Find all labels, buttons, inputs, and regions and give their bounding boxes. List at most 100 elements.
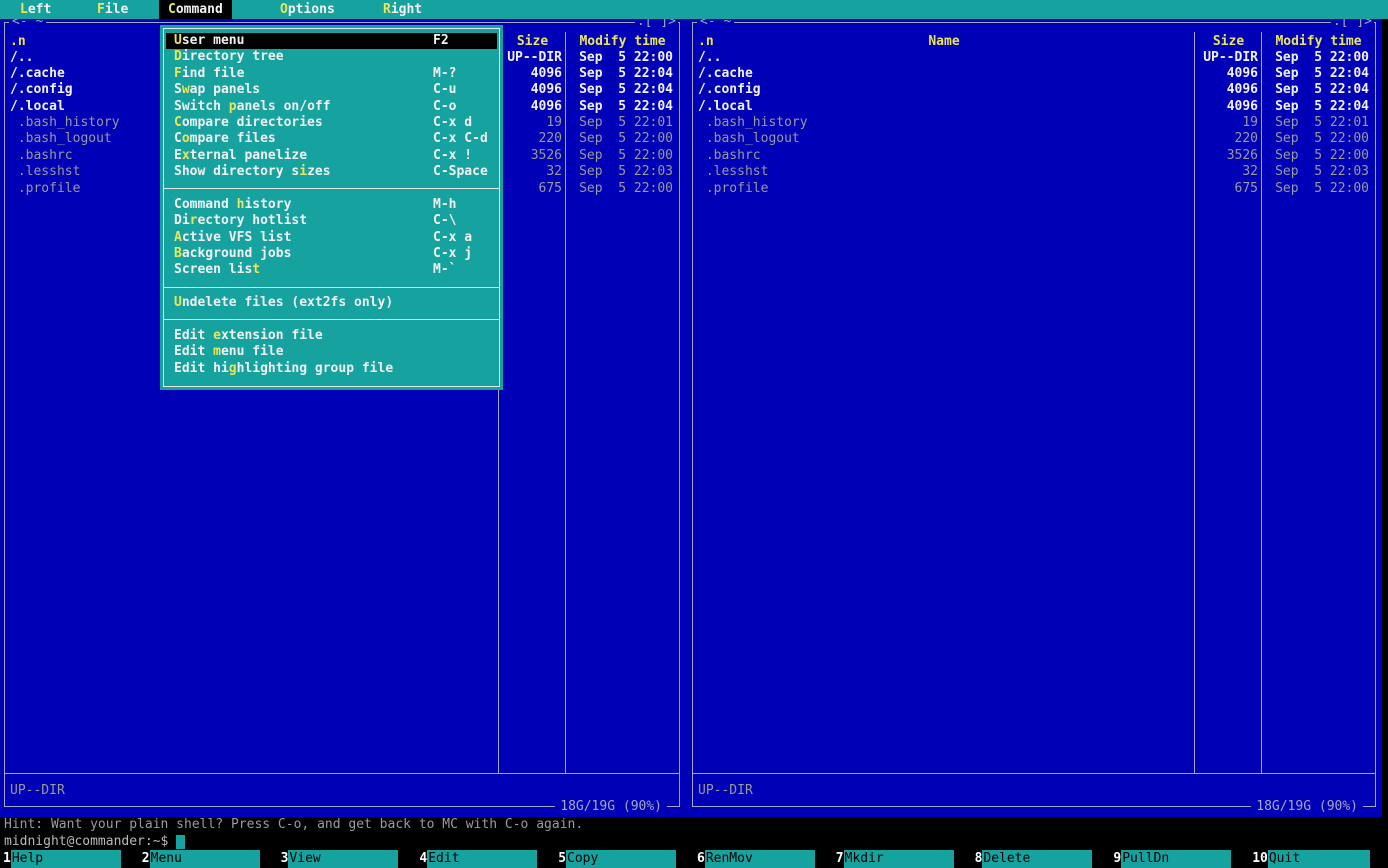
menubar-item[interactable]: Command	[159, 0, 232, 19]
file-size: 675	[499, 181, 566, 197]
file-size: 4096	[499, 82, 566, 98]
file-name: /..	[693, 50, 1195, 66]
column-header-mtime[interactable]: Modify time	[566, 33, 679, 50]
file-size: 4096	[1195, 99, 1262, 115]
menubar-item[interactable]: File	[88, 0, 137, 19]
command-menu-item[interactable]: Find fileM-?	[166, 66, 497, 82]
command-menu-item[interactable]: Undelete files (ext2fs only)	[166, 295, 497, 311]
command-menu-item[interactable]: Edit highlighting group file	[166, 361, 497, 377]
command-menu-item[interactable]	[164, 180, 499, 196]
column-header-name[interactable]: .n Name	[693, 33, 1195, 50]
terminal-bottom: Hint: Want your plain shell? Press C-o, …	[0, 817, 1388, 868]
function-key[interactable]: 3View	[278, 850, 417, 868]
command-menu-item[interactable]: Background jobsC-x j	[166, 246, 497, 262]
command-menu-item[interactable]: Active VFS listC-x a	[166, 230, 497, 246]
column-header-mtime[interactable]: Modify time	[1262, 33, 1375, 50]
menu-shortcut: C-o	[433, 99, 456, 115]
file-mtime: Sep 5 22:04	[566, 82, 679, 98]
shell-prompt: midnight@commander:~$	[4, 834, 168, 849]
column-header-size[interactable]: Size	[499, 33, 566, 50]
function-key-number: 4	[416, 850, 427, 868]
file-row[interactable]: .profile 675 Sep 5 22:00	[693, 181, 1375, 197]
file-size: 220	[1195, 131, 1262, 147]
function-key-bar: 1Help 2Menu 3View 4Edit 5Copy 6RenMov 7M…	[0, 850, 1388, 868]
command-menu-item[interactable]: Directory tree	[166, 49, 497, 65]
function-key-number: 9	[1110, 850, 1121, 868]
command-menu-item[interactable]: Compare filesC-x C-d	[166, 131, 497, 147]
command-menu-item[interactable]: User menuF2	[166, 33, 497, 49]
file-name: .profile	[693, 181, 1195, 197]
command-menu-item[interactable]: Directory hotlistC-\	[166, 213, 497, 229]
file-row[interactable]: /.config 4096 Sep 5 22:04	[693, 82, 1375, 98]
command-menu-item[interactable]: Switch panels on/offC-o	[166, 99, 497, 115]
column-header-size[interactable]: Size	[1195, 33, 1262, 50]
command-menu-item[interactable]: Edit menu file	[166, 344, 497, 360]
function-key[interactable]: 10Quit	[1249, 850, 1388, 868]
function-key-label: Help	[11, 850, 121, 868]
command-menu-item[interactable]: Show directory sizesC-Space	[166, 164, 497, 180]
function-key[interactable]: 8Delete	[972, 850, 1111, 868]
file-list: /.. UP--DIR Sep 5 22:00 /.cache 4096 Sep…	[693, 50, 1375, 197]
file-row[interactable]: .bash_logout 220 Sep 5 22:00	[693, 131, 1375, 147]
function-key[interactable]: 2Menu	[139, 850, 278, 868]
menubar-item[interactable]: Right	[374, 0, 431, 19]
file-name: .bashrc	[693, 148, 1195, 164]
file-row[interactable]: /.local 4096 Sep 5 22:04	[693, 99, 1375, 115]
function-key-label: Edit	[427, 850, 537, 868]
file-row[interactable]: /.cache 4096 Sep 5 22:04	[693, 66, 1375, 82]
file-name: .lesshst	[693, 164, 1195, 180]
file-name: /.local	[693, 99, 1195, 115]
function-key[interactable]: 7Mkdir	[833, 850, 972, 868]
file-size: 32	[1195, 164, 1262, 180]
function-key[interactable]: 1Help	[0, 850, 139, 868]
function-key[interactable]: 4Edit	[416, 850, 555, 868]
command-menu-dropdown: User menuF2 Directory tree Find fileM-? …	[160, 25, 503, 390]
file-name: .bash_logout	[693, 131, 1195, 147]
function-key[interactable]: 9PullDn	[1110, 850, 1249, 868]
menu-shortcut: M-?	[433, 66, 456, 82]
function-key-number: 3	[278, 850, 289, 868]
column-header-name-label: Name	[928, 34, 959, 49]
function-key[interactable]: 5Copy	[555, 850, 694, 868]
command-menu-item[interactable]	[164, 311, 499, 327]
file-row[interactable]: .lesshst 32 Sep 5 22:03	[693, 164, 1375, 180]
shell-prompt-line[interactable]: midnight@commander:~$	[4, 833, 1388, 850]
mini-status-separator	[693, 773, 1375, 774]
file-size: 220	[499, 131, 566, 147]
mini-status: UP--DIR	[10, 783, 65, 799]
function-key-number: 7	[833, 850, 844, 868]
function-key-number: 10	[1249, 850, 1268, 868]
menubar-item[interactable]: Options	[271, 0, 344, 19]
mini-status-separator	[5, 773, 679, 774]
menu-shortcut: M-h	[433, 197, 456, 213]
file-row[interactable]: /.. UP--DIR Sep 5 22:00	[693, 50, 1375, 66]
command-menu-item[interactable]: Edit extension file	[166, 328, 497, 344]
hint-line: Hint: Want your plain shell? Press C-o, …	[4, 817, 1388, 833]
file-mtime: Sep 5 22:00	[1262, 148, 1375, 164]
file-name: /.config	[693, 82, 1195, 98]
free-space-indicator: 18G/19G (90%)	[1251, 799, 1363, 815]
command-menu-item[interactable]: Compare directoriesC-x d	[166, 115, 497, 131]
command-menu-item[interactable]: Command historyM-h	[166, 197, 497, 213]
file-size: 4096	[499, 66, 566, 82]
file-size: 4096	[1195, 82, 1262, 98]
function-key-number: 8	[972, 850, 983, 868]
command-menu-item[interactable]	[164, 279, 499, 295]
menu-shortcut: C-x a	[433, 230, 472, 246]
command-menu-item[interactable]: External panelizeC-x !	[166, 148, 497, 164]
file-row[interactable]: .bash_history 19 Sep 5 22:01	[693, 115, 1375, 131]
function-key[interactable]: 6RenMov	[694, 850, 833, 868]
terminal-cursor	[176, 835, 185, 849]
mc-screen: <- ~ .[^]> .n Name Size Modify time /.. …	[0, 0, 1388, 868]
menu-shortcut: M-`	[433, 262, 456, 278]
right-panel: <- ~ .[^]> .n Name Size Modify time /.. …	[692, 22, 1376, 807]
menu-bar: Left File Command Options Right	[0, 0, 1388, 19]
menubar-item[interactable]: Left	[11, 0, 60, 19]
function-key-label: RenMov	[705, 850, 815, 868]
function-key-label: Mkdir	[844, 850, 954, 868]
command-menu-item[interactable]: Swap panelsC-u	[166, 82, 497, 98]
command-menu-item[interactable]: Screen listM-`	[166, 262, 497, 278]
file-name: .bash_history	[693, 115, 1195, 131]
file-row[interactable]: .bashrc 3526 Sep 5 22:00	[693, 148, 1375, 164]
menu-shortcut: C-\	[433, 213, 456, 229]
